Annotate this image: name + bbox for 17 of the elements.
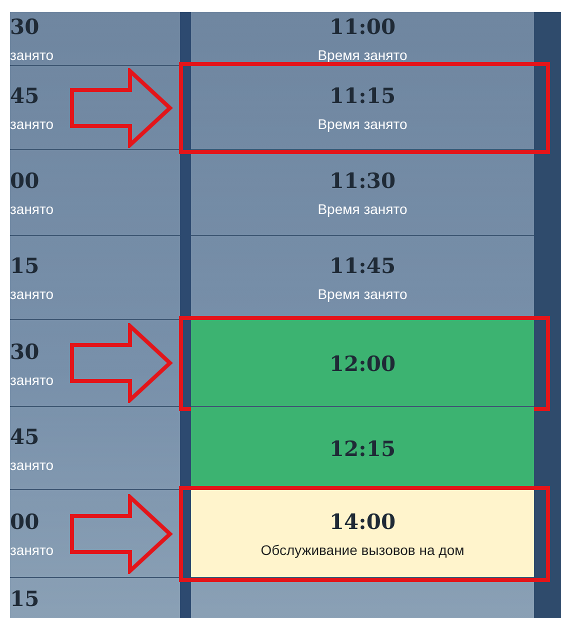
time-slot[interactable]: 12:00	[191, 320, 534, 407]
slot-time: 45	[10, 83, 40, 108]
slot-time: 45	[10, 424, 40, 448]
slot-time: 15	[10, 586, 40, 610]
slot-status: занято	[10, 456, 54, 472]
slot-time: 30	[10, 14, 40, 39]
slot-time: 15	[10, 253, 40, 278]
slot-time: 00	[10, 509, 40, 534]
slot-status: занято	[10, 116, 54, 132]
slot-time: 30	[10, 338, 40, 364]
slot-status: занято	[10, 372, 54, 388]
slot-status: занято	[10, 47, 54, 63]
slot-status: занято	[10, 542, 54, 558]
slot-status: занято	[10, 201, 54, 217]
slot-status: занято	[10, 286, 54, 302]
time-slot[interactable]: 14:00 Обслуживание вызовов на дом	[191, 490, 534, 578]
slot-time: 00	[10, 168, 40, 193]
